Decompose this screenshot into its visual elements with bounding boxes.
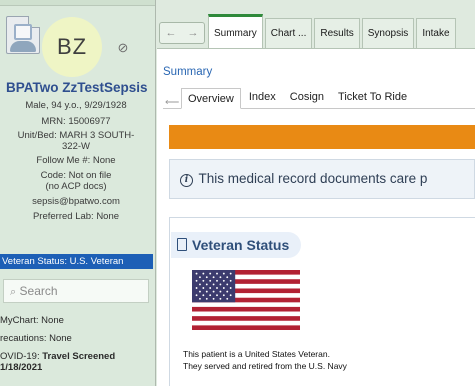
- veteran-status-card: Veteran Status This patient is a United …: [169, 217, 475, 386]
- tab-synopsis[interactable]: Synopsis: [361, 18, 415, 48]
- patient-acp-docs: (no ACP docs): [45, 181, 107, 192]
- patient-preferred-lab[interactable]: Preferred Lab: None: [0, 211, 152, 222]
- tab-results[interactable]: Results: [314, 18, 360, 48]
- covid-value: Travel Screened: [42, 351, 116, 362]
- info-icon: i: [180, 174, 193, 187]
- covid-status[interactable]: OVID-19: Travel Screened: [0, 351, 115, 362]
- forward-nav-button[interactable]: →: [188, 27, 199, 39]
- patient-name[interactable]: BPATwo ZzTestSepsis: [0, 80, 155, 95]
- notice-text: This medical record documents care p: [198, 171, 428, 186]
- covid-date: 1/18/2021: [0, 362, 43, 373]
- veteran-text-line-2: They served and retired from the U.S. Na…: [183, 361, 347, 371]
- patient-code-status[interactable]: Code: Not on file: [0, 170, 152, 181]
- history-nav: ← →: [159, 22, 205, 44]
- subtab-cosign[interactable]: Cosign: [284, 87, 330, 108]
- main-content: Summary ⟵ Overview Index Cosign Ticket T…: [157, 48, 475, 386]
- tab-chart-review[interactable]: Chart ...: [264, 18, 313, 48]
- subtab-index[interactable]: Index: [243, 87, 282, 108]
- patient-follow-me[interactable]: Follow Me #: None: [0, 155, 152, 166]
- veteran-heading-text: Veteran Status: [192, 237, 290, 253]
- subtab-overview[interactable]: Overview: [181, 88, 241, 109]
- patient-demographics: Male, 94 y.o., 9/29/1928: [25, 100, 127, 111]
- back-nav-button[interactable]: ←: [166, 27, 177, 39]
- patient-email[interactable]: sepsis@bpatwo.com: [0, 196, 152, 207]
- patient-initials-avatar[interactable]: BZ: [42, 17, 102, 77]
- veteran-text-line-1: This patient is a United States Veteran.: [183, 349, 330, 359]
- us-flag-image: [192, 270, 300, 330]
- alert-banner: [169, 125, 475, 149]
- patient-unit-bed: Unit/Bed: MARH 3 SOUTH-: [17, 130, 135, 141]
- patient-mrn: MRN: 15006977: [41, 116, 111, 127]
- precautions-status[interactable]: recautions: None: [0, 333, 72, 344]
- tab-intake[interactable]: Intake: [416, 18, 456, 48]
- search-input[interactable]: ⌕ Search: [3, 279, 149, 303]
- document-icon: [177, 238, 187, 251]
- tab-summary[interactable]: Summary: [208, 14, 263, 48]
- patient-sidebar: BZ ⊘ BPATwo ZzTestSepsis Male, 94 y.o., …: [0, 0, 156, 386]
- sidebar-top-strip: [0, 0, 155, 6]
- veteran-status-banner[interactable]: Veteran Status: U.S. Veteran: [0, 254, 153, 269]
- page-title: Summary: [163, 66, 213, 78]
- activity-tabs: Summary Chart ... Results Synopsis Intak…: [208, 14, 458, 48]
- avatar-card-icon[interactable]: [6, 16, 40, 54]
- search-placeholder: Search: [19, 284, 58, 298]
- covid-label: OVID-19:: [0, 351, 40, 362]
- medical-record-notice: i This medical record documents care p: [169, 159, 475, 199]
- summary-subtabs: ⟵ Overview Index Cosign Ticket To Ride: [163, 83, 475, 109]
- arrow-left-icon[interactable]: ⟵: [163, 97, 181, 108]
- mychart-status[interactable]: MyChart: None: [0, 315, 64, 326]
- patient-unit-bed-cont: 322-W: [62, 141, 90, 152]
- veteran-status-heading[interactable]: Veteran Status: [171, 232, 302, 258]
- camera-icon[interactable]: ⊘: [114, 40, 132, 56]
- subtab-ticket-to-ride[interactable]: Ticket To Ride: [332, 87, 413, 108]
- search-icon: ⌕: [10, 286, 17, 298]
